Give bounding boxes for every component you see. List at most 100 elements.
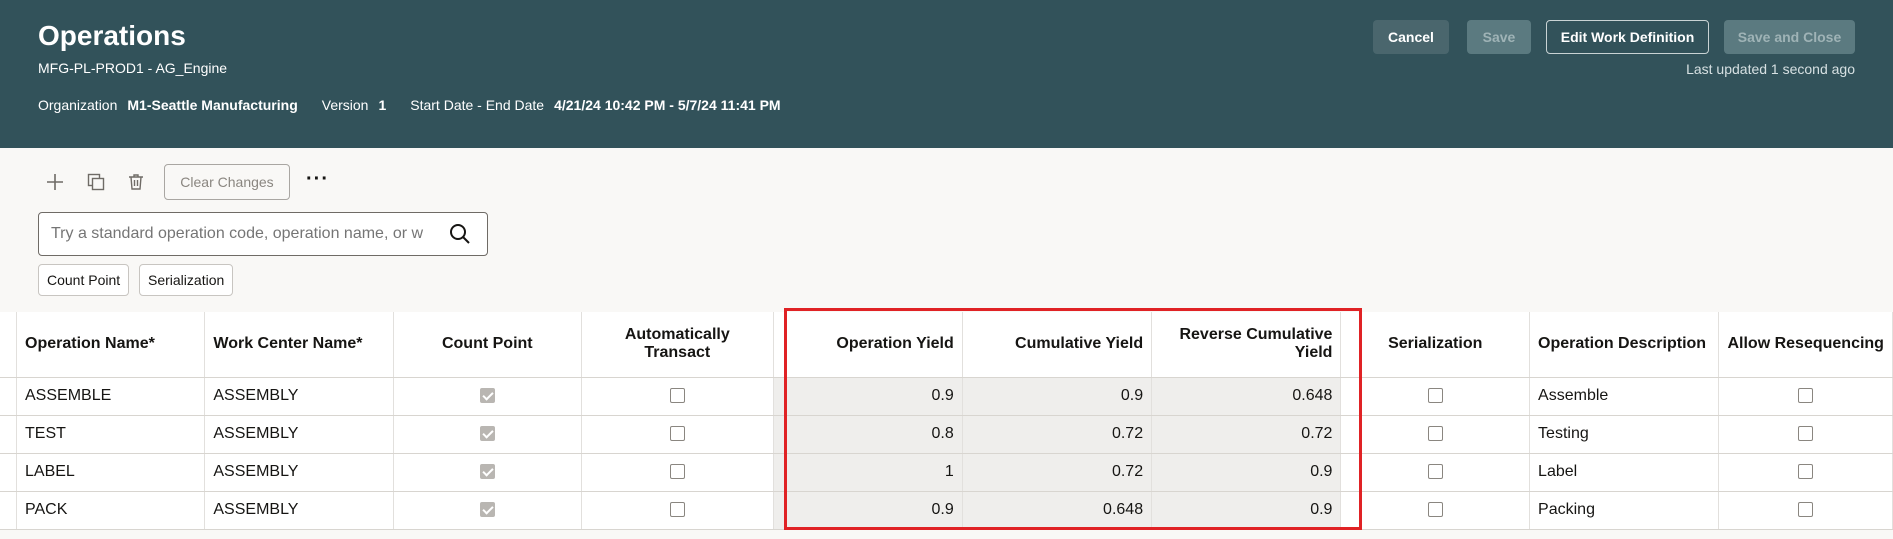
auto-transact-checkbox[interactable] [669, 426, 685, 442]
allow-resequencing-checkbox[interactable] [1798, 502, 1814, 518]
operation-yield-cell[interactable]: 0.9 [773, 377, 963, 416]
column-header-automatically-transact[interactable]: Automatically Transact [581, 312, 774, 378]
row-selector[interactable] [0, 377, 17, 416]
search-input[interactable] [51, 213, 441, 255]
allow-resequencing-checkbox[interactable] [1798, 388, 1814, 404]
version-value: 1 [378, 97, 387, 113]
table-row[interactable]: PACK ASSEMBLY 0.9 0.648 0.9 Packing [0, 491, 1893, 530]
header-meta: Organization M1-Seattle Manufacturing Ve… [38, 97, 805, 113]
cumulative-yield-cell[interactable]: 0.72 [962, 415, 1153, 454]
reverse-cumulative-yield-cell[interactable]: 0.72 [1151, 415, 1342, 454]
work-center-cell[interactable]: ASSEMBLY [204, 453, 394, 492]
auto-transact-checkbox[interactable] [669, 502, 685, 518]
duplicate-icon[interactable] [83, 169, 109, 195]
more-options-icon[interactable]: ··· [306, 168, 329, 191]
column-header-cumulative-yield[interactable]: Cumulative Yield [962, 312, 1153, 378]
column-header-allow-resequencing[interactable]: Allow Resequencing [1718, 312, 1893, 378]
last-updated-text: Last updated 1 second ago [1686, 61, 1855, 77]
organization-value: M1-Seattle Manufacturing [127, 97, 298, 113]
column-header-work-center-name[interactable]: Work Center Name* [204, 312, 394, 378]
operation-description-cell[interactable]: Assemble [1529, 377, 1720, 416]
count-point-checkbox[interactable] [479, 502, 495, 518]
serialization-checkbox[interactable] [1427, 502, 1443, 518]
work-center-cell[interactable]: ASSEMBLY [204, 415, 394, 454]
count-point-cell [393, 415, 582, 454]
row-selector-header [0, 312, 17, 378]
allow-resequencing-cell [1718, 415, 1893, 454]
operation-yield-cell[interactable]: 0.8 [773, 415, 963, 454]
operations-table: Operation Name* Work Center Name* Count … [0, 312, 1893, 530]
auto-transact-cell [581, 377, 774, 416]
auto-transact-checkbox[interactable] [669, 388, 685, 404]
filter-chip-serialization[interactable]: Serialization [139, 264, 234, 296]
count-point-cell [393, 491, 582, 530]
work-center-cell[interactable]: ASSEMBLY [204, 377, 394, 416]
column-header-operation-name[interactable]: Operation Name* [16, 312, 206, 378]
operation-name-cell[interactable]: ASSEMBLE [16, 377, 206, 416]
serialization-cell [1340, 377, 1531, 416]
dates-label: Start Date - End Date [410, 97, 545, 113]
operation-name-cell[interactable]: TEST [16, 415, 206, 454]
serialization-checkbox[interactable] [1427, 426, 1443, 442]
allow-resequencing-cell [1718, 453, 1893, 492]
reverse-cumulative-yield-cell[interactable]: 0.9 [1151, 453, 1342, 492]
allow-resequencing-cell [1718, 491, 1893, 530]
column-header-serialization[interactable]: Serialization [1340, 312, 1531, 378]
operation-description-cell[interactable]: Testing [1529, 415, 1720, 454]
plus-icon[interactable] [42, 169, 68, 195]
column-header-reverse-cumulative-yield[interactable]: Reverse Cumulative Yield [1151, 312, 1342, 378]
version-label: Version [321, 97, 369, 113]
table-row[interactable]: ASSEMBLE ASSEMBLY 0.9 0.9 0.648 Assemble [0, 377, 1893, 416]
count-point-checkbox[interactable] [479, 426, 495, 442]
save-button[interactable]: Save [1467, 20, 1531, 54]
operation-description-cell[interactable]: Packing [1529, 491, 1720, 530]
count-point-cell [393, 453, 582, 492]
column-header-operation-description[interactable]: Operation Description [1529, 312, 1720, 378]
auto-transact-cell [581, 491, 774, 530]
row-selector[interactable] [0, 491, 17, 530]
edit-work-definition-button[interactable]: Edit Work Definition [1546, 20, 1709, 54]
operation-description-cell[interactable]: Label [1529, 453, 1720, 492]
page-subtitle: MFG-PL-PROD1 - AG_Engine [38, 60, 228, 76]
auto-transact-cell [581, 453, 774, 492]
reverse-cumulative-yield-cell[interactable]: 0.648 [1151, 377, 1342, 416]
allow-resequencing-checkbox[interactable] [1798, 464, 1814, 480]
clear-changes-button[interactable]: Clear Changes [164, 164, 290, 200]
table-row[interactable]: TEST ASSEMBLY 0.8 0.72 0.72 Testing [0, 415, 1893, 454]
delete-icon[interactable] [123, 169, 149, 195]
allow-resequencing-checkbox[interactable] [1798, 426, 1814, 442]
work-center-cell[interactable]: ASSEMBLY [204, 491, 394, 530]
count-point-cell [393, 377, 582, 416]
serialization-cell [1340, 453, 1531, 492]
serialization-cell [1340, 491, 1531, 530]
allow-resequencing-cell [1718, 377, 1893, 416]
column-header-operation-yield[interactable]: Operation Yield [773, 312, 963, 378]
count-point-checkbox[interactable] [479, 388, 495, 404]
page-title: Operations [38, 20, 186, 51]
cumulative-yield-cell[interactable]: 0.9 [962, 377, 1153, 416]
auto-transact-checkbox[interactable] [669, 464, 685, 480]
dates-value: 4/21/24 10:42 PM - 5/7/24 11:41 PM [554, 97, 781, 113]
serialization-checkbox[interactable] [1427, 464, 1443, 480]
row-selector[interactable] [0, 415, 17, 454]
reverse-cumulative-yield-cell[interactable]: 0.9 [1151, 491, 1342, 530]
operation-name-cell[interactable]: LABEL [16, 453, 206, 492]
operation-name-cell[interactable]: PACK [16, 491, 206, 530]
cancel-button[interactable]: Cancel [1373, 20, 1449, 54]
cumulative-yield-cell[interactable]: 0.72 [962, 453, 1153, 492]
cumulative-yield-cell[interactable]: 0.648 [962, 491, 1153, 530]
table-row[interactable]: LABEL ASSEMBLY 1 0.72 0.9 Label [0, 453, 1893, 492]
column-header-count-point[interactable]: Count Point [393, 312, 582, 378]
count-point-checkbox[interactable] [479, 464, 495, 480]
operation-yield-cell[interactable]: 0.9 [773, 491, 963, 530]
auto-transact-cell [581, 415, 774, 454]
search-box [38, 212, 488, 256]
search-icon[interactable] [449, 223, 471, 245]
row-selector[interactable] [0, 453, 17, 492]
table-header-row: Operation Name* Work Center Name* Count … [0, 312, 1893, 378]
page-header: Operations MFG-PL-PROD1 - AG_Engine Orga… [0, 0, 1893, 148]
operation-yield-cell[interactable]: 1 [773, 453, 963, 492]
filter-chip-count-point[interactable]: Count Point [38, 264, 130, 296]
serialization-checkbox[interactable] [1427, 388, 1443, 404]
save-and-close-button[interactable]: Save and Close [1724, 20, 1855, 54]
